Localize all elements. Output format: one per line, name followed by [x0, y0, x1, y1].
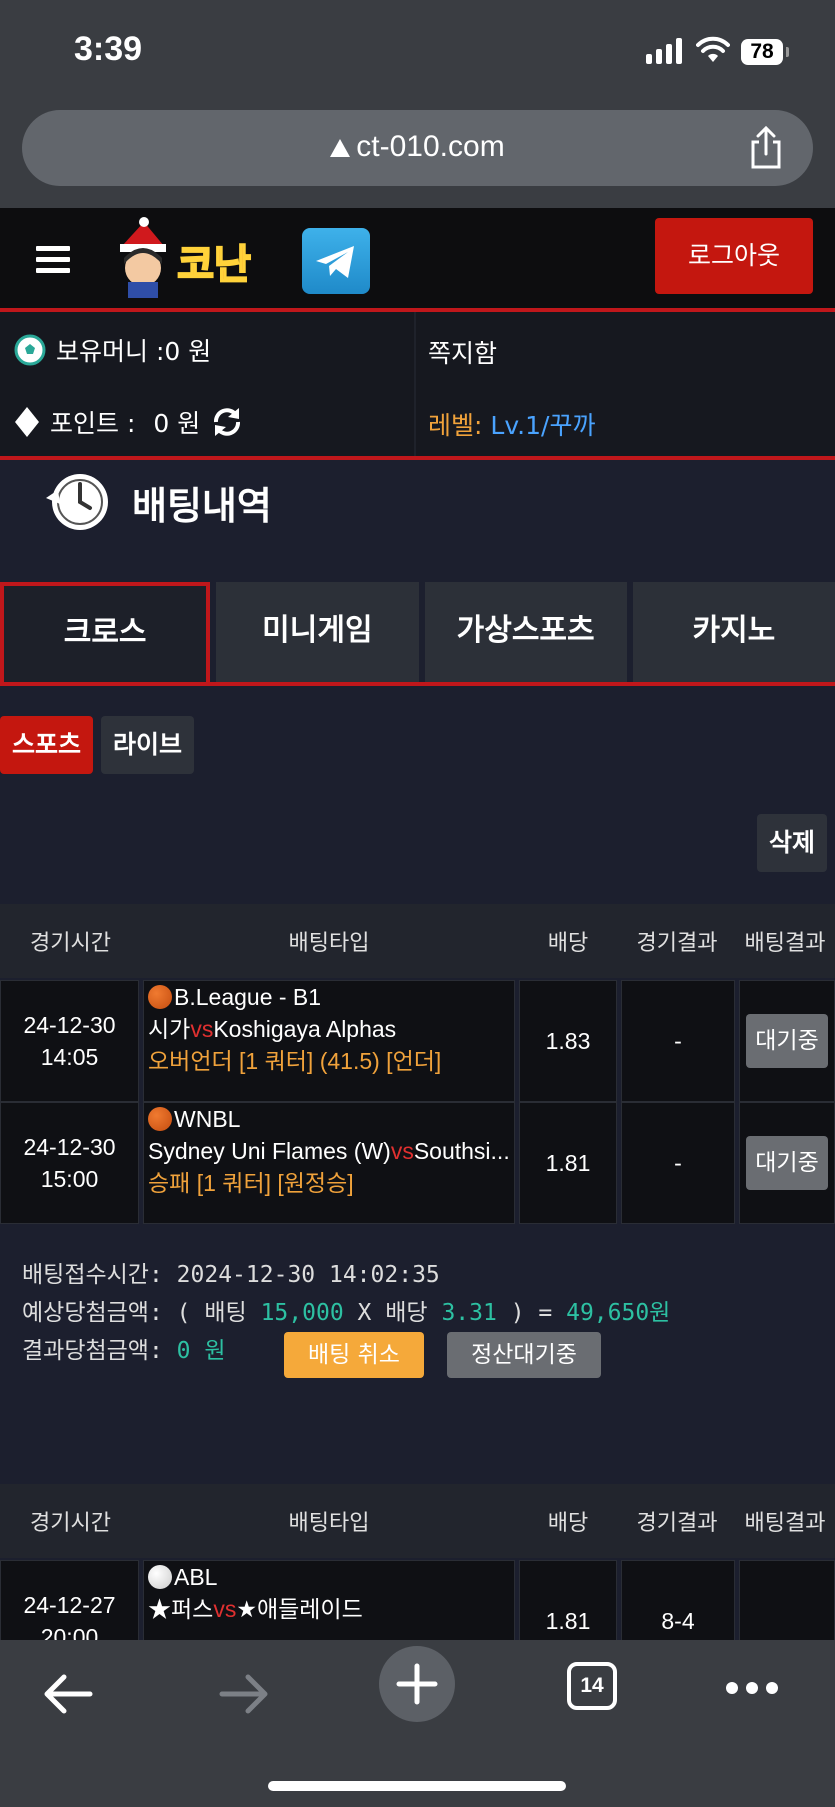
matchup: 시가vsKoshigaya Alphas: [148, 1016, 397, 1042]
matchup: ★퍼스vs★애들레이드: [148, 1596, 363, 1622]
match-date: 24-12-27: [23, 1592, 116, 1618]
diamond-icon: [15, 407, 39, 437]
menu-icon[interactable]: [36, 246, 70, 274]
column-header: 배당: [547, 1511, 589, 1536]
forward-arrow-icon[interactable]: [214, 1664, 274, 1724]
match-result: -: [621, 980, 735, 1102]
telegram-icon[interactable]: [302, 228, 370, 294]
back-arrow-icon[interactable]: [38, 1664, 98, 1724]
column-header: 경기결과: [636, 931, 718, 956]
expected-win: 49,650원: [566, 1300, 671, 1326]
cancel-bet-button[interactable]: 배팅 취소: [284, 1332, 424, 1378]
settlement-status: 정산대기중: [447, 1332, 601, 1378]
soccer-ball-icon: [14, 334, 46, 366]
tab-casino[interactable]: 카지노: [632, 582, 835, 682]
column-header: 배팅타입: [288, 931, 370, 956]
address-bar[interactable]: ct-010.com: [22, 110, 813, 186]
battery-icon: 78: [741, 39, 789, 65]
match-date: 24-12-30: [23, 1012, 116, 1038]
column-header: 배팅결과: [744, 1511, 826, 1536]
site-logo[interactable]: 코난: [114, 216, 276, 300]
match-date: 24-12-30: [23, 1134, 116, 1160]
refresh-icon[interactable]: [210, 405, 244, 439]
page-title: 배팅내역: [132, 483, 272, 528]
plus-icon: [396, 1663, 438, 1705]
tab-cross[interactable]: 크로스: [0, 582, 211, 682]
baseball-icon: [148, 1565, 172, 1589]
column-header: 경기시간: [30, 1511, 111, 1536]
odds: 1.83: [519, 980, 617, 1102]
browser-bottom-bar: 14: [0, 1640, 835, 1807]
tab-minigame[interactable]: 미니게임: [216, 582, 419, 682]
status-bar: 3:39 78: [0, 0, 835, 100]
table-header: 경기시간 배팅타입 배당 경기결과 배팅결과: [0, 904, 835, 978]
column-header: 배팅타입: [288, 1511, 370, 1536]
logo-text: 코난: [177, 242, 251, 288]
received-time: 2024-12-30 14:02:35: [176, 1262, 440, 1288]
bet-status-button[interactable]: 대기중: [746, 1014, 828, 1068]
table-row: 24-12-30 15:00 WNBL Sydney Uni Flames (W…: [0, 1102, 835, 1224]
warning-icon: [330, 139, 351, 157]
level-label: 레벨:: [428, 411, 483, 440]
account-info: 보유머니 :0 원 쪽지함 포인트 : 0 원 레벨: Lv.1/꾸까: [0, 312, 835, 460]
level-value: Lv.1/꾸까: [490, 411, 596, 440]
point-value: 0 원: [153, 409, 201, 438]
column-header: 경기시간: [30, 931, 111, 956]
subtab-sports[interactable]: 스포츠: [0, 716, 94, 774]
stake-amount: 15,000: [260, 1300, 344, 1326]
basketball-icon: [148, 985, 172, 1009]
browser-toolbar: ct-010.com: [0, 100, 835, 208]
url-text: ct-010.com: [356, 130, 505, 163]
league-name: WNBL: [174, 1106, 241, 1132]
bet-type: 오버언더 [1 쿼터] (41.5) [언더]: [148, 1048, 442, 1074]
delete-button[interactable]: 삭제: [757, 814, 827, 872]
wifi-icon: [696, 36, 730, 62]
status-time: 3:39: [74, 30, 143, 68]
site-header: 코난 로그아웃: [0, 208, 835, 312]
column-header: 배팅결과: [744, 931, 826, 956]
section-header: 배팅내역: [44, 464, 272, 540]
more-icon[interactable]: [726, 1682, 778, 1694]
basketball-icon: [148, 1107, 172, 1131]
league-name: ABL: [174, 1564, 218, 1590]
column-header: 경기결과: [636, 1511, 718, 1536]
table-header: 경기시간 배팅타입 배당 경기결과 배팅결과: [0, 1484, 835, 1558]
tab-virtual-sports[interactable]: 가상스포츠: [424, 582, 627, 682]
match-time: 15:00: [40, 1166, 99, 1192]
money-label: 보유머니 :0 원: [56, 337, 212, 366]
bet-status-button[interactable]: 대기중: [746, 1136, 828, 1190]
page: 3:39 78 ct-010.com 코난 로그아웃 보유머니:0 원 쪽지함…: [0, 0, 835, 1807]
share-icon[interactable]: [747, 126, 785, 170]
bet-category-tabs: 크로스 미니게임 가상스포츠 카지노: [0, 582, 835, 686]
point-label: 포인트 :: [50, 409, 136, 438]
table-row: 24-12-30 14:05 B.League - B1 시가vsKoshiga…: [0, 980, 835, 1102]
sport-subtabs: 스포츠 라이브: [0, 716, 195, 774]
subtab-live[interactable]: 라이브: [101, 716, 195, 774]
tabs-button[interactable]: 14: [567, 1662, 617, 1710]
league-name: B.League - B1: [174, 984, 322, 1010]
column-header: 배당: [547, 931, 589, 956]
result-amount: 0 원: [176, 1338, 226, 1364]
inbox-link[interactable]: 쪽지함: [428, 334, 497, 370]
logout-button[interactable]: 로그아웃: [655, 218, 813, 294]
odds: 1.81: [519, 1102, 617, 1224]
matchup: Sydney Uni Flames (W)vsSouthsi...: [148, 1138, 510, 1164]
cellular-signal-icon: [646, 38, 682, 64]
bet-type: 승패 [1 쿼터] [원정승]: [148, 1170, 354, 1196]
total-odds: 3.31: [441, 1300, 497, 1326]
clock-history-icon: [46, 474, 108, 530]
new-tab-button[interactable]: [379, 1646, 455, 1722]
home-indicator: [268, 1781, 566, 1791]
match-time: 14:05: [40, 1044, 99, 1070]
match-result: -: [621, 1102, 735, 1224]
